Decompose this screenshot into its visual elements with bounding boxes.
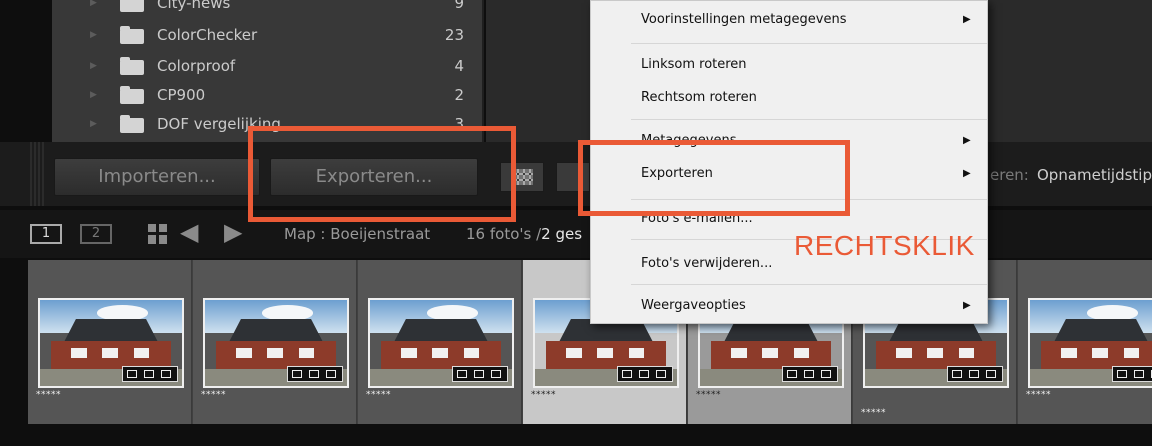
rating-stars[interactable]: ***** (366, 390, 391, 400)
folder-icon (120, 26, 144, 44)
back-arrow-icon[interactable]: ◀ (180, 218, 198, 246)
folder-name: ColorChecker (157, 26, 258, 44)
photo-count-total: 16 foto's / (466, 225, 542, 243)
secondary-display-button[interactable]: 2 (80, 224, 112, 244)
menu-item-metadata-presets[interactable]: Voorinstellingen metagegevens (641, 12, 846, 27)
folder-icon (120, 115, 144, 133)
expand-arrow-icon[interactable]: ▶ (90, 61, 97, 71)
sort-label: eren: (990, 166, 1029, 184)
menu-divider (631, 284, 987, 285)
folder-name: CP900 (157, 86, 206, 104)
film-cell[interactable]: ***** (1018, 260, 1152, 424)
menu-item-view-options[interactable]: Weergaveopties (641, 298, 746, 313)
folder-name: Colorproof (157, 57, 236, 75)
rating-stars[interactable]: ***** (861, 408, 886, 418)
folder-row[interactable]: ▶ Colorproof 4 (52, 55, 482, 79)
photo-count-selected: 2 ges (541, 225, 583, 243)
submenu-arrow-icon: ▶ (963, 14, 971, 25)
forward-arrow-icon[interactable]: ▶ (224, 218, 242, 246)
folder-row[interactable]: ▶ City-news 9 (52, 0, 482, 16)
metadata-badges-icon (1112, 366, 1152, 382)
rating-stars[interactable]: ***** (201, 390, 226, 400)
right-click-annotation: RECHTSKLIK (794, 230, 975, 261)
rating-stars[interactable]: ***** (1026, 390, 1051, 400)
rating-stars[interactable]: ***** (696, 390, 721, 400)
folder-icon (120, 0, 144, 12)
sort-dropdown[interactable]: Opnametijdstip (1037, 166, 1152, 184)
export-menu-highlight (578, 140, 850, 216)
main-view-area (486, 0, 606, 142)
folder-count: 2 (454, 86, 464, 104)
folder-row[interactable]: ▶ ColorChecker 23 (52, 24, 482, 48)
main-view-area-right (986, 0, 1152, 142)
folder-icon (120, 86, 144, 104)
folder-count: 9 (454, 0, 464, 12)
folder-name: City-news (157, 0, 231, 12)
grid-icon[interactable] (148, 224, 170, 244)
submenu-arrow-icon: ▶ (963, 168, 971, 179)
metadata-badges-icon (122, 366, 178, 382)
panel-grip[interactable] (30, 142, 46, 206)
rating-stars[interactable]: ***** (36, 390, 61, 400)
photo-count: 16 foto's /2 ges (466, 225, 582, 243)
folder-count: 4 (454, 57, 464, 75)
film-cell[interactable]: ***** (193, 260, 357, 424)
film-cell[interactable]: ***** (28, 260, 192, 424)
menu-item-delete-photos[interactable]: Foto's verwijderen... (641, 256, 772, 271)
expand-arrow-icon[interactable]: ▶ (90, 30, 97, 40)
film-cell[interactable]: ***** (358, 260, 522, 424)
photo-thumbnail[interactable] (203, 298, 349, 388)
menu-item-rotate-right[interactable]: Rechtsom roteren (641, 90, 757, 105)
primary-display-button[interactable]: 1 (30, 224, 62, 244)
metadata-badges-icon (287, 366, 343, 382)
metadata-badges-icon (947, 366, 1003, 382)
expand-arrow-icon[interactable]: ▶ (90, 90, 97, 100)
photo-thumbnail[interactable] (1028, 298, 1152, 388)
photo-thumbnail[interactable] (368, 298, 514, 388)
folder-row[interactable]: ▶ CP900 2 (52, 84, 482, 108)
export-button-highlight (248, 126, 516, 222)
folder-path[interactable]: Map : Boeijenstraat (284, 225, 430, 243)
expand-arrow-icon[interactable]: ▶ (90, 0, 97, 8)
menu-divider (631, 119, 987, 120)
folder-count: 23 (444, 26, 464, 44)
rating-stars[interactable]: ***** (531, 390, 556, 400)
menu-divider (631, 43, 987, 44)
menu-item-rotate-left[interactable]: Linksom roteren (641, 57, 747, 72)
import-button[interactable]: Importeren... (54, 158, 260, 196)
metadata-badges-icon (617, 366, 673, 382)
metadata-badges-icon (782, 366, 838, 382)
metadata-badges-icon (452, 366, 508, 382)
folder-icon (120, 57, 144, 75)
photo-thumbnail[interactable] (38, 298, 184, 388)
submenu-arrow-icon: ▶ (963, 135, 971, 146)
submenu-arrow-icon: ▶ (963, 300, 971, 311)
folders-panel: ▶ City-news 9 ▶ ColorChecker 23 ▶ Colorp… (52, 0, 484, 142)
expand-arrow-icon[interactable]: ▶ (90, 119, 97, 129)
